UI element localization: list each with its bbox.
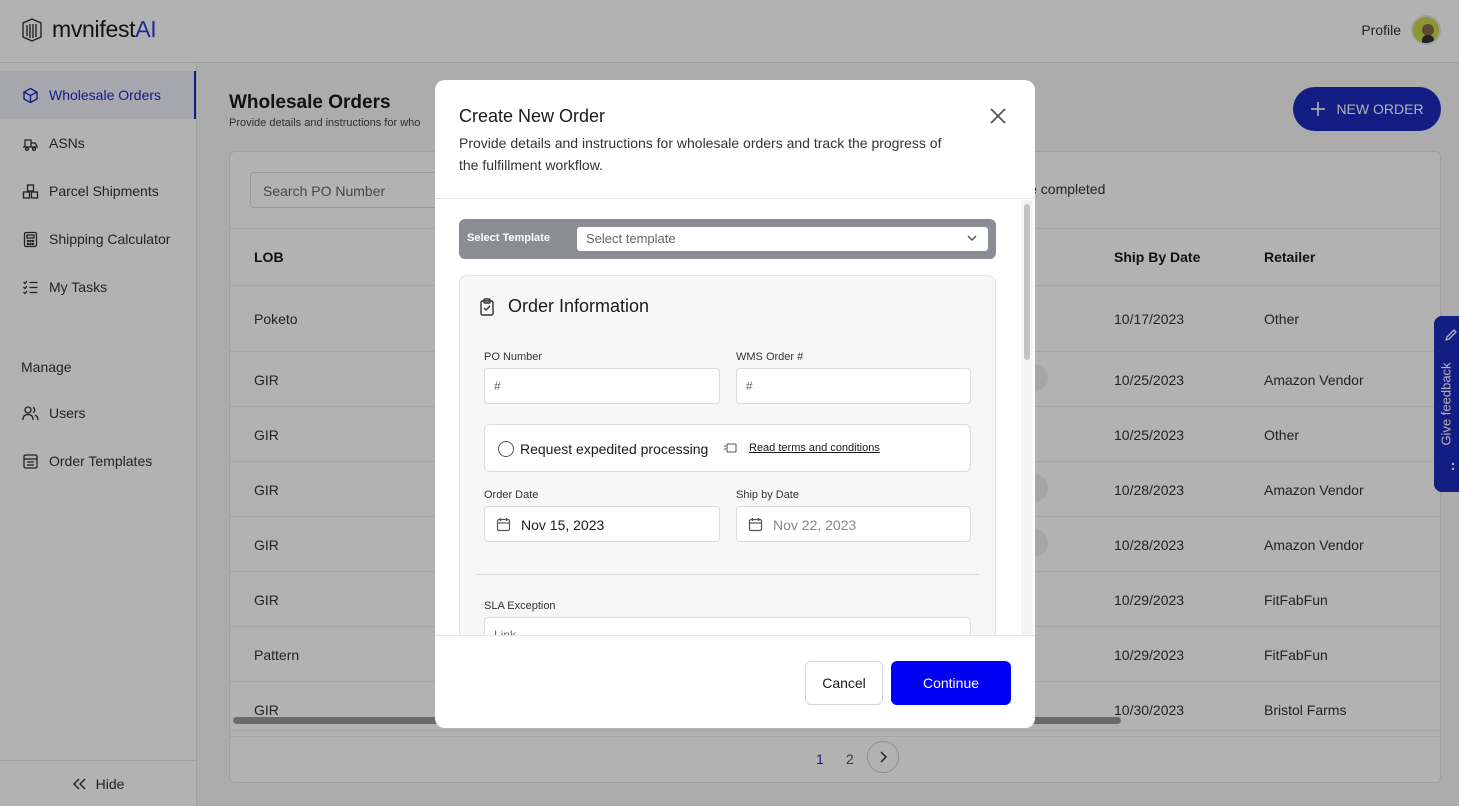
modal-footer: Cancel Continue — [435, 635, 1035, 728]
po-number-input[interactable]: # — [484, 368, 720, 404]
chevron-down-icon — [967, 235, 977, 241]
document-link-icon — [724, 443, 737, 453]
order-date-input[interactable]: Nov 15, 2023 — [484, 506, 720, 542]
continue-button[interactable]: Continue — [891, 661, 1011, 705]
terms-link[interactable]: Read terms and conditions — [749, 442, 880, 454]
clipboard-icon — [480, 298, 494, 316]
expedite-label[interactable]: Request expedited processing — [520, 441, 708, 457]
wms-order-input[interactable]: # — [736, 368, 971, 404]
sla-exception-label: SLA Exception — [484, 600, 556, 612]
modal-title: Create New Order — [459, 106, 606, 126]
ship-date-input[interactable]: Nov 22, 2023 — [736, 506, 971, 542]
section-title: Order Information — [508, 296, 650, 316]
wms-order-label: WMS Order # — [736, 351, 804, 363]
ship-date-value: Nov 22, 2023 — [773, 517, 857, 533]
order-information-section: Order Information PO Number # WMS Order … — [459, 275, 996, 635]
modal-header: Create New Order Provide details and ins… — [435, 80, 1035, 199]
modal-body: Select Template Select template Order In… — [435, 200, 1035, 635]
expedite-checkbox[interactable] — [498, 441, 514, 457]
template-select-value: Select template — [586, 231, 676, 246]
expedite-option: Request expedited processing Read terms … — [484, 424, 971, 472]
order-date-value: Nov 15, 2023 — [521, 517, 605, 533]
modal-subtitle: Provide details and instructions for who… — [459, 135, 942, 173]
calendar-icon — [748, 518, 763, 532]
cancel-button[interactable]: Cancel — [805, 661, 883, 705]
close-icon[interactable] — [988, 106, 1008, 126]
template-select[interactable]: Select template — [577, 227, 988, 251]
ship-date-label: Ship by Date — [736, 489, 799, 501]
create-order-modal: Create New Order Provide details and ins… — [435, 80, 1035, 728]
modal-scroll-thumb[interactable] — [1024, 204, 1030, 360]
section-divider — [476, 574, 979, 575]
template-bar: Select Template Select template — [459, 219, 996, 259]
po-number-label: PO Number — [484, 351, 543, 363]
calendar-icon — [496, 518, 511, 532]
sla-exception-input[interactable]: Link — [484, 617, 971, 635]
order-date-label: Order Date — [484, 489, 539, 501]
template-label: Select Template — [467, 232, 550, 244]
